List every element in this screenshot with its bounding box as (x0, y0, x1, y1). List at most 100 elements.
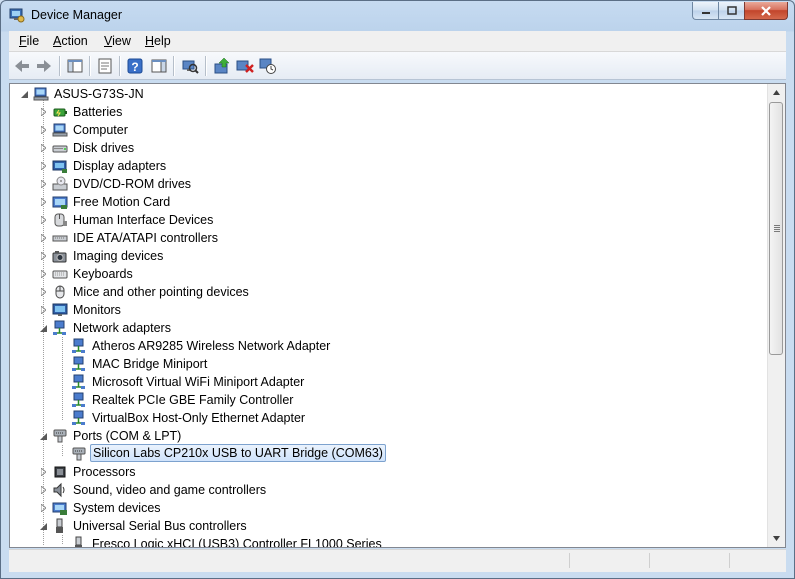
tree-node-label: Network adapters (73, 321, 171, 335)
toolbar-separator (59, 56, 61, 76)
vertical-scrollbar[interactable] (767, 84, 785, 547)
tree-node-dvd-cd-rom-drives[interactable]: DVD/CD-ROM drives (10, 175, 750, 193)
tree-node-mac-bridge-miniport[interactable]: MAC Bridge Miniport (10, 355, 750, 373)
forward-button[interactable] (34, 56, 54, 76)
tree-node-computer[interactable]: Computer (10, 121, 750, 139)
minimize-button[interactable] (692, 2, 718, 20)
grip-line (774, 227, 780, 228)
menu-view[interactable]: View (104, 34, 131, 48)
tree-node-monitors[interactable]: Monitors (10, 301, 750, 319)
expand-arrow-icon[interactable] (39, 499, 48, 517)
collapse-arrow-icon[interactable] (39, 319, 48, 337)
disable-device-button[interactable] (258, 56, 278, 76)
menu-view-label: iew (112, 34, 131, 48)
tree-node-network-adapters[interactable]: Network adapters (10, 319, 750, 337)
port-icon (72, 447, 86, 461)
tree-root-computer[interactable]: ASUS-G73S-JN (10, 85, 750, 103)
scroll-thumb[interactable] (769, 102, 783, 355)
menu-action-label: ction (61, 34, 88, 48)
uninstall-button[interactable] (235, 56, 255, 76)
tree-node-label: Realtek PCIe GBE Family Controller (92, 393, 294, 407)
expand-arrow-icon[interactable] (39, 193, 48, 211)
menu-action[interactable]: Action (53, 34, 88, 48)
expand-arrow-icon[interactable] (39, 139, 48, 157)
tree-node-silicon-labs-cp210x-usb-to-uart-bridge-com63[interactable]: Silicon Labs CP210x USB to UART Bridge (… (10, 444, 750, 463)
tree-node-universal-serial-bus-controllers[interactable]: Universal Serial Bus controllers (10, 517, 750, 535)
expand-arrow-icon[interactable] (39, 265, 48, 283)
tree-node-processors[interactable]: Processors (10, 463, 750, 481)
maximize-button[interactable] (718, 2, 744, 20)
close-button[interactable] (744, 2, 788, 20)
expand-arrow-icon[interactable] (39, 121, 48, 139)
properties-button[interactable] (95, 56, 115, 76)
title-bar[interactable]: Device Manager (1, 1, 794, 31)
processor-icon (54, 466, 66, 478)
tree-node-label: VirtualBox Host-Only Ethernet Adapter (92, 411, 306, 425)
tree-node-keyboards[interactable]: Keyboards (10, 265, 750, 283)
tree-node-realtek-pcie-gbe-family-controller[interactable]: Realtek PCIe GBE Family Controller (10, 391, 750, 409)
grip-line (774, 231, 780, 232)
menu-file-accesskey: F (19, 34, 27, 48)
expand-arrow-icon[interactable] (39, 175, 48, 193)
tree-node-disk-drives[interactable]: Disk drives (10, 139, 750, 157)
collapse-arrow-icon[interactable] (39, 517, 48, 535)
tree-node-label: Human Interface Devices (73, 213, 214, 227)
network-icon (72, 356, 85, 371)
tree-node-label: Universal Serial Bus controllers (73, 519, 247, 533)
expand-arrow-icon[interactable] (39, 247, 48, 265)
expand-arrow-icon[interactable] (39, 211, 48, 229)
tree-node-free-motion-card[interactable]: Free Motion Card (10, 193, 750, 211)
tree-node-label: Batteries (73, 105, 123, 119)
scroll-up-button[interactable] (768, 84, 785, 101)
device-tree[interactable]: ASUS-G73S-JN Batteries Computer Disk drives… (9, 83, 786, 548)
tree-node-batteries[interactable]: Batteries (10, 103, 750, 121)
tree-node-label: MAC Bridge Miniport (92, 357, 208, 371)
scan-for-hardware-changes-button[interactable] (180, 56, 200, 76)
collapse-arrow-icon[interactable] (39, 427, 48, 445)
show-hide-action-pane-button[interactable] (149, 56, 169, 76)
menu-help[interactable]: Help (145, 34, 171, 48)
tree-node-label: Processors (73, 465, 136, 479)
tree-node-human-interface-devices[interactable]: Human Interface Devices (10, 211, 750, 229)
card-icon (52, 196, 68, 209)
expand-arrow-icon[interactable] (39, 481, 48, 499)
computer-icon (33, 87, 49, 101)
usb-icon (75, 536, 82, 547)
disk-icon (52, 145, 68, 153)
tree-node-sound-video-and-game-controllers[interactable]: Sound, video and game controllers (10, 481, 750, 499)
network-icon (53, 320, 66, 335)
battery-icon (53, 108, 67, 117)
tree-node-atheros-ar9285-wireless-network-adapter[interactable]: Atheros AR9285 Wireless Network Adapter (10, 337, 750, 355)
tree-node-label: Imaging devices (73, 249, 164, 263)
toolbar-separator (119, 56, 121, 76)
sound-icon (53, 482, 65, 498)
tree-node-ports-com-lpt[interactable]: Ports (COM & LPT) (10, 427, 750, 445)
toolbar: ? (9, 52, 786, 80)
expand-arrow-icon[interactable] (39, 229, 48, 247)
help-button[interactable]: ? (125, 56, 145, 76)
tree-node-fresco-logic-xhci-usb3-controller-fl1000-series[interactable]: Fresco Logic xHCI (USB3) Controller FL10… (10, 535, 750, 547)
tree-node-virtualbox-host-only-ethernet-adapter[interactable]: VirtualBox Host-Only Ethernet Adapter (10, 409, 750, 427)
expand-arrow-icon[interactable] (39, 157, 48, 175)
tree-node-microsoft-virtual-wifi-miniport-adapter[interactable]: Microsoft Virtual WiFi Miniport Adapter (10, 373, 750, 391)
update-driver-button[interactable] (212, 56, 232, 76)
network-icon (72, 410, 85, 425)
menu-file[interactable]: File (19, 34, 39, 48)
tree-node-ide-ata-atapi-controllers[interactable]: IDE ATA/ATAPI controllers (10, 229, 750, 247)
back-button[interactable] (12, 56, 32, 76)
scroll-down-button[interactable] (768, 530, 785, 547)
collapse-arrow-icon[interactable] (20, 85, 29, 103)
monitor-icon (52, 303, 68, 316)
caption-buttons (692, 2, 788, 22)
svg-text:?: ? (131, 60, 138, 74)
expand-arrow-icon[interactable] (39, 283, 48, 301)
tree-node-mice-and-other-pointing-devices[interactable]: Mice and other pointing devices (10, 283, 750, 301)
computer-icon (52, 123, 68, 137)
tree-node-display-adapters[interactable]: Display adapters (10, 157, 750, 175)
expand-arrow-icon[interactable] (39, 103, 48, 121)
tree-node-system-devices[interactable]: System devices (10, 499, 750, 517)
expand-arrow-icon[interactable] (39, 301, 48, 319)
show-hide-console-tree-button[interactable] (65, 56, 85, 76)
expand-arrow-icon[interactable] (39, 463, 48, 481)
tree-node-imaging-devices[interactable]: Imaging devices (10, 247, 750, 265)
